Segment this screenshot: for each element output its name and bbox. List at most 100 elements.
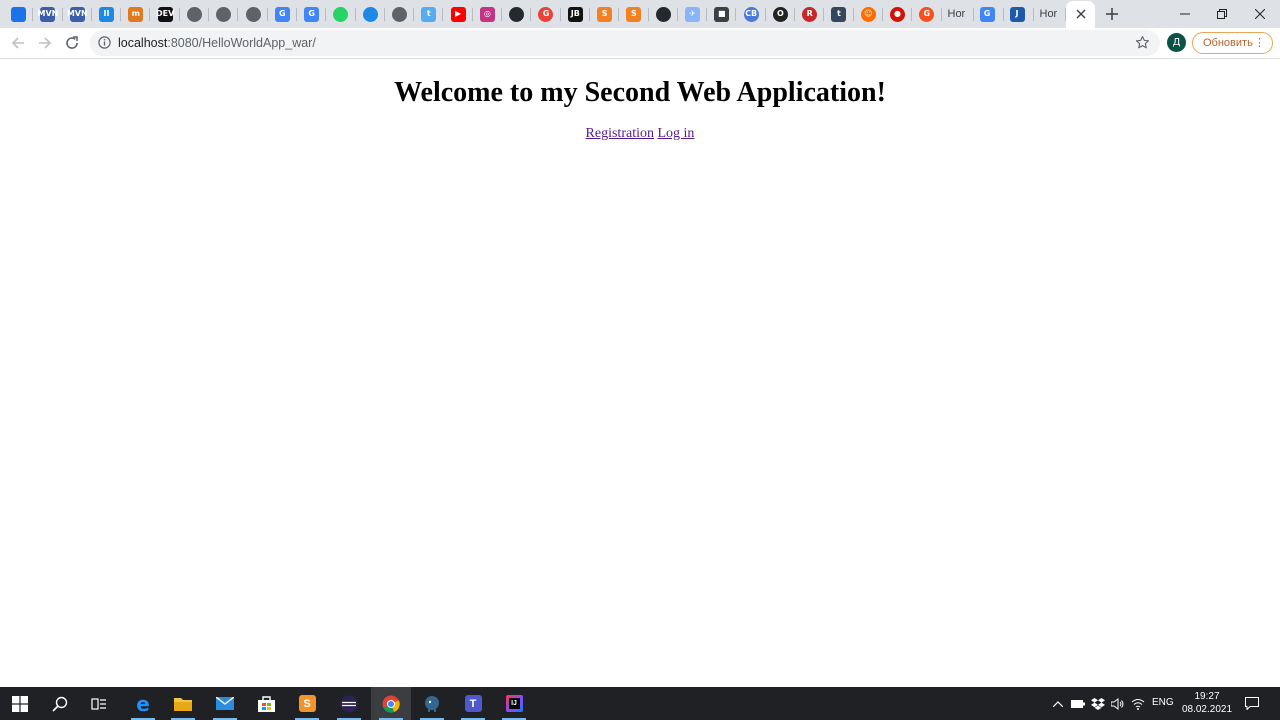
reload-button[interactable]	[60, 31, 84, 55]
pinned-tab-google[interactable]: G	[531, 0, 561, 28]
restore-icon	[1217, 9, 1227, 19]
pinned-tab-translate[interactable]: G	[268, 0, 298, 28]
url-text[interactable]: localhost:8080/HelloWorldApp_war/	[118, 36, 316, 50]
site-info-icon[interactable]	[98, 36, 111, 54]
translate-icon: G	[274, 6, 290, 22]
pinned-tab-red[interactable]: R	[795, 0, 825, 28]
pinned-tab-mvn[interactable]: MVN	[33, 0, 63, 28]
login-link[interactable]: Log in	[657, 126, 694, 141]
pinned-tab-youtube[interactable]: ▶	[443, 0, 474, 28]
pinned-tab-orange[interactable]: G	[912, 0, 942, 28]
stackoverflow-2-icon: S	[626, 6, 642, 22]
postgres-app[interactable]	[412, 687, 452, 720]
pinned-tab-messenger[interactable]	[356, 0, 386, 28]
task-view-button[interactable]	[79, 687, 119, 720]
tab-hor[interactable]: Hor	[942, 0, 974, 28]
pinned-tab-stackoverflow[interactable]: S	[590, 0, 620, 28]
pinned-tab-tumblr[interactable]: t	[824, 0, 854, 28]
browser-toolbar: localhost:8080/HelloWorldApp_war/	[0, 28, 1280, 59]
close-window-button[interactable]	[1237, 0, 1280, 28]
mail-icon	[216, 697, 234, 710]
start-button[interactable]	[0, 687, 40, 720]
intellij-app[interactable]: IJ	[494, 687, 534, 720]
battery-tray[interactable]	[1070, 687, 1086, 720]
pinned-tab-twitter[interactable]: t	[414, 0, 444, 28]
pinned-tab-home[interactable]: m	[121, 0, 151, 28]
registration-link[interactable]: Registration	[586, 126, 654, 141]
pinned-tab-github-2[interactable]	[649, 0, 679, 28]
tab-title: Hor	[1039, 8, 1058, 20]
notifications-button[interactable]	[1244, 687, 1260, 720]
profile-avatar[interactable]: Д	[1167, 33, 1186, 52]
globe-3-icon	[245, 6, 261, 22]
reddit-icon: ☺	[860, 6, 876, 22]
close-tab-icon[interactable]	[1076, 6, 1086, 24]
tabs-icon: II	[99, 6, 115, 22]
chrome-app[interactable]	[371, 687, 411, 720]
search-icon	[52, 696, 68, 712]
pinned-tab-bus[interactable]: ■	[707, 0, 737, 28]
pinned-tab-whatsapp[interactable]	[326, 0, 356, 28]
pinned-tab-instagram[interactable]: ◎	[473, 0, 503, 28]
menu-dots-icon: ⋮	[1254, 37, 1265, 49]
pinned-tab-lastfm[interactable]: ●	[883, 0, 913, 28]
teams-app[interactable]: T	[453, 687, 493, 720]
bus-icon: ■	[714, 6, 730, 22]
tab-hor-2[interactable]: Hor	[1034, 0, 1066, 28]
pinned-tab-dev[interactable]: DEV	[150, 0, 181, 28]
store-app[interactable]	[246, 687, 286, 720]
pinned-tab-cb[interactable]: CB	[736, 0, 767, 28]
forward-button[interactable]	[33, 31, 57, 55]
pinned-tab-globe-4[interactable]	[385, 0, 415, 28]
volume-tray[interactable]	[1110, 687, 1126, 720]
search-button[interactable]	[40, 687, 80, 720]
pinned-tab-doc[interactable]: ✈	[678, 0, 708, 28]
address-bar[interactable]: localhost:8080/HelloWorldApp_war/	[90, 30, 1160, 56]
google-icon: G	[538, 6, 554, 22]
translate-2-icon: G	[304, 6, 320, 22]
pinned-tab-translate-2[interactable]: G	[297, 0, 327, 28]
back-button[interactable]	[6, 31, 30, 55]
pinned-tab-globe[interactable]	[180, 0, 210, 28]
dev-icon: DEV	[156, 6, 174, 22]
new-tab-button[interactable]	[1100, 3, 1124, 25]
pinned-tab-globe-2[interactable]	[209, 0, 239, 28]
pinned-tab-chat[interactable]	[4, 0, 34, 28]
pinned-tab-mvn-2[interactable]: MVN	[63, 0, 93, 28]
pinned-tab-jb[interactable]: JB	[561, 0, 591, 28]
wifi-icon	[1131, 698, 1145, 710]
mail-app[interactable]	[205, 687, 245, 720]
url-host: localhost	[118, 36, 168, 50]
pinned-tab-stackoverflow-2[interactable]: S	[619, 0, 649, 28]
pinned-tab-tabs[interactable]: II	[92, 0, 122, 28]
bookmark-star-icon[interactable]	[1135, 35, 1150, 55]
tab-app[interactable]: J	[1004, 0, 1034, 28]
dropbox-tray[interactable]	[1090, 687, 1106, 720]
eclipse-icon	[340, 695, 358, 712]
update-button[interactable]: Обновить ⋮	[1192, 32, 1273, 54]
language-indicator[interactable]: ENG	[1152, 697, 1174, 708]
jb-icon: JB	[567, 6, 583, 22]
pinned-tab-opera[interactable]: O	[766, 0, 796, 28]
intellij-icon: IJ	[505, 695, 523, 712]
network-tray[interactable]	[1130, 687, 1146, 720]
tab-title: Hor	[947, 8, 966, 20]
active-tab[interactable]	[1066, 1, 1095, 28]
sublime-app[interactable]: S	[287, 687, 327, 720]
page-heading: Welcome to my Second Web Application!	[394, 77, 886, 108]
arrow-left-icon	[11, 37, 24, 49]
pinned-tab-reddit[interactable]: ☺	[854, 0, 884, 28]
windows-logo-icon	[12, 695, 28, 712]
messenger-icon	[362, 6, 378, 22]
tab-google[interactable]: G	[974, 0, 1004, 28]
explorer-app[interactable]	[163, 687, 203, 720]
close-icon	[1255, 9, 1265, 19]
mvn-2-icon: MVN	[67, 6, 88, 22]
pinned-tab-globe-3[interactable]	[238, 0, 268, 28]
edge-app[interactable]: e	[123, 687, 163, 720]
tray-overflow-button[interactable]	[1050, 687, 1066, 720]
clock[interactable]: 19:27 08.02.2021	[1180, 690, 1234, 716]
eclipse-app[interactable]	[329, 687, 369, 720]
pinned-tab-github[interactable]	[502, 0, 532, 28]
tab-strip: MVN MVN II m DEV G Gt ▶ ◎ G JB S S ✈ ■ CB O Rt ☺ ● G Hor G J Hor	[0, 0, 1280, 28]
